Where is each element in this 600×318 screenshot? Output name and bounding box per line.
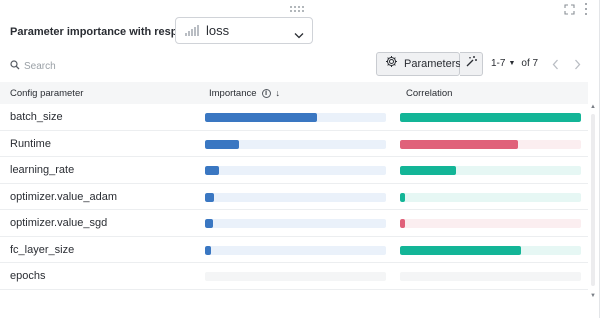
table-header: Config parameter Importance i ↓ Correlat… xyxy=(0,82,588,104)
parameter-name: optimizer.value_adam xyxy=(10,190,118,203)
importance-bar-fill xyxy=(205,219,214,228)
correlation-bar-fill xyxy=(400,192,406,202)
column-correlation[interactable]: Correlation xyxy=(406,88,452,99)
table-row[interactable]: batch_size xyxy=(0,104,588,131)
parameter-name: learning_rate xyxy=(10,164,75,176)
magic-wand-button[interactable] xyxy=(460,52,483,76)
table-row[interactable]: optimizer.value_adam xyxy=(0,184,588,210)
importance-bar-fill xyxy=(205,192,215,202)
metric-select[interactable]: loss xyxy=(175,17,313,44)
correlation-bar-fill xyxy=(400,245,522,255)
search-icon xyxy=(10,57,20,75)
page-range-select[interactable]: 1-7 xyxy=(491,58,505,69)
caret-down-icon[interactable]: ▼ xyxy=(508,60,515,67)
importance-bar-fill xyxy=(205,113,318,122)
search-input[interactable] xyxy=(24,60,174,72)
correlation-bar xyxy=(400,219,581,228)
correlation-bar xyxy=(400,192,581,202)
drag-handle-icon[interactable] xyxy=(290,6,306,13)
table-row[interactable]: optimizer.value_sgd xyxy=(0,210,588,237)
parameter-name: batch_size xyxy=(10,111,63,123)
scrollbar[interactable]: ▲ ▼ xyxy=(588,100,598,308)
table-row[interactable]: learning_rate xyxy=(0,157,588,184)
panel-header: Parameter importance with respect to los… xyxy=(10,17,313,44)
info-icon[interactable]: i xyxy=(261,89,271,98)
importance-bar-fill xyxy=(205,245,212,255)
chevron-left-icon[interactable] xyxy=(549,57,561,71)
importance-table: Config parameter Importance i ↓ Correlat… xyxy=(0,82,588,290)
importance-bar xyxy=(205,219,386,228)
parameter-name: Runtime xyxy=(10,137,51,150)
gear-icon xyxy=(385,55,398,73)
chevron-right-icon[interactable] xyxy=(571,57,583,71)
correlation-bar-fill xyxy=(400,166,457,175)
importance-bar xyxy=(205,113,386,122)
bar-chart-icon xyxy=(185,25,199,36)
scroll-down-icon[interactable]: ▼ xyxy=(590,293,596,299)
table-row[interactable]: Runtime xyxy=(0,131,588,157)
correlation-bar xyxy=(400,245,581,255)
parameter-importance-panel: Parameter importance with respect to los… xyxy=(0,0,600,318)
table-row[interactable]: fc_layer_size xyxy=(0,237,588,263)
correlation-bar xyxy=(400,166,581,175)
parameter-name: fc_layer_size xyxy=(10,243,75,256)
scroll-up-icon[interactable]: ▲ xyxy=(590,104,596,110)
scrollbar-thumb[interactable] xyxy=(591,114,595,286)
magic-wand-icon xyxy=(465,55,478,73)
column-config-parameter[interactable]: Config parameter xyxy=(10,88,83,99)
importance-bar xyxy=(205,166,386,175)
importance-bar-fill xyxy=(205,139,240,149)
more-icon[interactable] xyxy=(583,3,589,15)
correlation-bar xyxy=(400,272,581,281)
importance-bar xyxy=(205,272,386,281)
chevron-down-icon xyxy=(294,26,304,44)
importance-bar-fill xyxy=(205,166,220,175)
page-total: of 7 xyxy=(521,58,539,69)
parameters-button[interactable]: Parameters xyxy=(376,52,461,76)
metric-value: loss xyxy=(206,23,230,38)
column-importance[interactable]: Importance i ↓ xyxy=(209,88,280,99)
importance-bar xyxy=(205,139,386,149)
importance-bar xyxy=(205,192,386,202)
correlation-bar-fill xyxy=(400,139,518,149)
parameter-name: optimizer.value_sgd xyxy=(10,217,108,229)
column-importance-label: Importance xyxy=(209,88,257,99)
table-row[interactable]: epochs xyxy=(0,263,588,290)
search-box[interactable] xyxy=(10,57,174,75)
parameter-name: epochs xyxy=(10,270,46,282)
parameters-label: Parameters xyxy=(404,58,461,70)
pagination: 1-7 ▼ of 7 xyxy=(491,58,538,69)
table-body: batch_size Runtime learning_rate optimizer.… xyxy=(0,104,588,290)
toolbar: Parameters 1-7 ▼ of 7 xyxy=(0,52,600,78)
correlation-bar xyxy=(400,139,581,149)
sort-desc-icon[interactable]: ↓ xyxy=(276,89,281,98)
correlation-bar xyxy=(400,113,581,122)
fullscreen-icon[interactable] xyxy=(564,3,575,15)
correlation-bar-fill xyxy=(400,113,581,122)
correlation-bar-fill xyxy=(400,219,406,228)
importance-bar xyxy=(205,245,386,255)
